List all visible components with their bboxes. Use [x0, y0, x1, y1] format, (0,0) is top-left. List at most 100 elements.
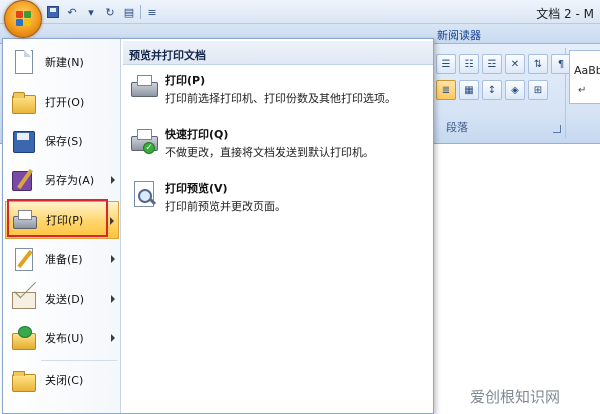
window-title: 文档 2 - M	[536, 7, 594, 21]
menu-item-label: 打开(O)	[45, 96, 85, 109]
office-logo-icon	[16, 11, 32, 27]
quick-print-icon: ✓	[129, 125, 159, 155]
save-as-icon	[9, 166, 37, 194]
paragraph-return-icon: ↵	[578, 85, 587, 96]
option-description: 不做更改，直接将文档发送到默认打印机。	[165, 146, 374, 159]
qat-view-button[interactable]: ▤	[121, 4, 137, 20]
prepare-document-icon	[9, 245, 37, 273]
submenu-arrow-icon	[111, 334, 115, 342]
sort-az-icon: ⇅	[533, 58, 543, 70]
qat-save-button[interactable]	[45, 4, 61, 20]
print-option-preview[interactable]: 打印预览(V) 打印前预览并更改页面。	[127, 177, 427, 221]
align-justify-icon: ≣	[441, 84, 451, 96]
menu-item-label: 保存(S)	[45, 135, 83, 148]
publish-icon	[9, 324, 37, 352]
menu-item-label: 发布(U)	[45, 332, 84, 345]
menu-item-label: 另存为(A)	[45, 174, 95, 187]
menu-item-prepare[interactable]: 准备(E)	[5, 240, 119, 278]
option-title: 打印预览(V)	[165, 182, 228, 195]
print-option-print[interactable]: 打印(P) 打印前选择打印机、打印份数及其他打印选项。	[127, 69, 427, 113]
menu-item-save[interactable]: 保存(S)	[5, 122, 119, 160]
menu-item-label: 新建(N)	[45, 56, 84, 69]
chinese-layout-icon: ✕	[510, 58, 520, 70]
line-spacing-button[interactable]: ↕	[482, 80, 502, 100]
undo-icon: ↶	[67, 5, 77, 19]
menu-item-new[interactable]: 新建(N)	[5, 43, 119, 81]
watermark-text: 爱创根知识网	[470, 388, 561, 406]
office-menu: 新建(N) 打开(O) 保存(S) 另存为(A) 打印(P) 准备(E) 发送(…	[2, 38, 434, 414]
borders-button[interactable]: ⊞	[528, 80, 548, 100]
repeat-icon: ↻	[105, 5, 115, 19]
menu-item-label: 关闭(C)	[45, 374, 84, 387]
border-grid-icon: ⊞	[533, 84, 543, 96]
show-marks-button[interactable]: ¶	[551, 54, 571, 74]
magnifier-handle	[148, 197, 157, 206]
option-description: 打印前选择打印机、打印份数及其他打印选项。	[165, 92, 396, 105]
chinese-layout-button[interactable]: ✕	[505, 54, 525, 74]
numbering-button[interactable]: ☷	[459, 54, 479, 74]
send-envelope-icon	[9, 285, 37, 313]
title-bar: ↶ ▾ ↻ ▤ ≡ 文档 2 - M	[0, 0, 600, 24]
menu-item-publish[interactable]: 发布(U)	[5, 319, 119, 357]
menu-item-label: 打印(P)	[46, 214, 84, 227]
menu-item-label: 发送(D)	[45, 293, 85, 306]
qat-undo-dropdown[interactable]: ▾	[83, 4, 99, 20]
page-icon: ▤	[123, 5, 135, 19]
submenu-arrow-icon	[111, 295, 115, 303]
paragraph-group: ☰ ☷ ☲ ✕ ⇅ ¶ ≣ ▦ ↕ ◈ ⊞ 段落	[430, 48, 571, 138]
chevron-down-icon: ▾	[88, 5, 94, 19]
option-description: 打印前预览并更改页面。	[165, 200, 286, 213]
tab-reader[interactable]: 新阅读器	[437, 27, 481, 43]
qat-repeat-button[interactable]: ↻	[102, 4, 118, 20]
qat-separator	[140, 5, 141, 19]
menu-item-close[interactable]: 关闭(C)	[5, 361, 119, 399]
justify-button[interactable]: ≣	[436, 80, 456, 100]
save-icon	[47, 6, 59, 18]
distribute-button[interactable]: ▦	[459, 80, 479, 100]
style-sample: AaBb	[574, 64, 600, 77]
print-option-quick-print[interactable]: ✓ 快速打印(Q) 不做更改，直接将文档发送到默认打印机。	[127, 123, 427, 167]
menu-item-send[interactable]: 发送(D)	[5, 280, 119, 318]
close-folder-icon	[9, 366, 37, 394]
printer-icon	[10, 206, 38, 234]
submenu-header: 预览并打印文档	[123, 41, 433, 65]
menu-item-open[interactable]: 打开(O)	[5, 83, 119, 121]
align-distribute-icon: ▦	[464, 84, 474, 96]
quick-access-toolbar: ↶ ▾ ↻ ▤ ≡	[45, 3, 160, 21]
bullet-list-icon: ☰	[441, 58, 451, 70]
sort-button[interactable]: ⇅	[528, 54, 548, 74]
menu-item-save-as[interactable]: 另存为(A)	[5, 161, 119, 199]
submenu-arrow-icon	[111, 255, 115, 263]
office-button[interactable]	[4, 0, 42, 38]
bullets-button[interactable]: ☰	[436, 54, 456, 74]
print-preview-icon	[129, 179, 159, 209]
print-submenu: 预览并打印文档 打印(P) 打印前选择打印机、打印份数及其他打印选项。 ✓ 快速…	[123, 41, 433, 411]
qat-customize-button[interactable]: ≡	[144, 4, 160, 20]
style-gallery[interactable]: AaBb ↵	[569, 50, 600, 104]
menu-item-label: 准备(E)	[45, 253, 83, 266]
shading-button[interactable]: ◈	[505, 80, 525, 100]
multilevel-list-button[interactable]: ☲	[482, 54, 502, 74]
numbered-list-icon: ☷	[464, 58, 474, 70]
paragraph-mark-icon: ¶	[557, 58, 565, 70]
office-menu-commands: 新建(N) 打开(O) 保存(S) 另存为(A) 打印(P) 准备(E) 发送(…	[3, 39, 121, 413]
option-title: 快速打印(Q)	[165, 128, 229, 141]
printer-icon	[129, 71, 159, 101]
open-folder-icon	[9, 88, 37, 116]
paragraph-row-1: ☰ ☷ ☲ ✕ ⇅ ¶	[436, 54, 571, 74]
menu-item-print[interactable]: 打印(P)	[5, 201, 119, 239]
check-icon: ✓	[143, 142, 155, 154]
option-title: 打印(P)	[165, 74, 206, 87]
customize-icon: ≡	[147, 5, 157, 19]
paragraph-group-label: 段落	[446, 121, 468, 134]
submenu-arrow-icon	[110, 217, 114, 225]
line-spacing-icon: ↕	[487, 84, 497, 96]
multilevel-list-icon: ☲	[487, 58, 497, 70]
watermark: 爱创根知识网	[470, 386, 600, 410]
submenu-arrow-icon	[111, 176, 115, 184]
qat-undo-button[interactable]: ↶	[64, 4, 80, 20]
paragraph-dialog-launcher[interactable]	[553, 125, 561, 133]
paragraph-row-2: ≣ ▦ ↕ ◈ ⊞	[436, 80, 548, 100]
save-disk-icon	[9, 127, 37, 155]
new-document-icon	[9, 48, 37, 76]
